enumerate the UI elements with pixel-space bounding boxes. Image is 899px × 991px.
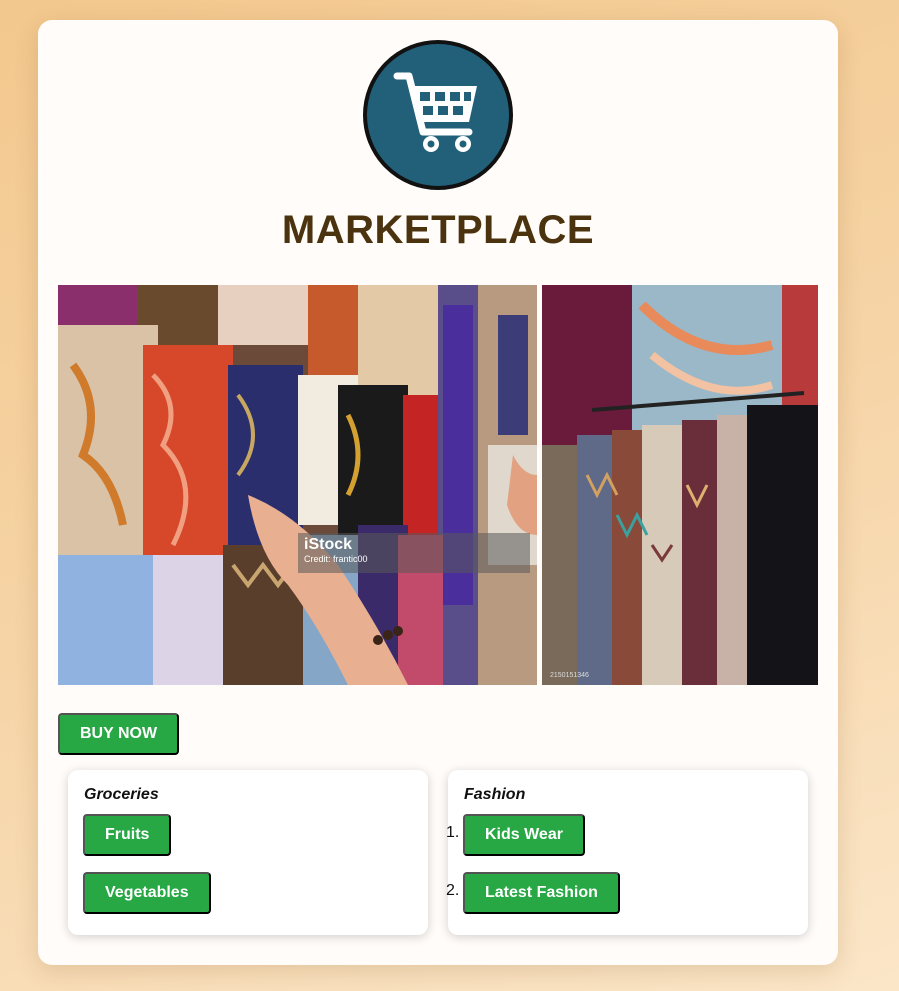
fruits-button[interactable]: Fruits [83,814,172,856]
vegetables-button[interactable]: Vegetables [83,872,211,914]
marketplace-card: MARKETPLACE iStock Credit: frantic00 215… [38,20,838,965]
list-number: 2. [446,882,460,899]
clothing-rack-photo: 2150151346 [542,285,818,685]
list-item: 1. Kids Wear [446,814,585,856]
shopping-cart-icon [393,68,483,163]
textile-market-photo: iStock Credit: frantic00 [58,285,537,685]
photo-gallery: iStock Credit: frantic00 2150151346 [58,285,818,685]
kids-wear-button[interactable]: Kids Wear [463,814,585,856]
list-number: 1. [446,824,460,841]
fashion-panel: Fashion 1. Kids Wear 2. Latest Fashion [446,770,808,935]
list-item: 2. Latest Fashion [446,872,620,914]
buy-now-button[interactable]: BUY NOW [58,713,180,755]
page-title: MARKETPLACE [281,208,595,252]
stock-id: 2150151346 [550,672,589,679]
fashion-title: Fashion [464,786,526,803]
watermark-logo: iStock [304,536,353,553]
latest-fashion-button[interactable]: Latest Fashion [463,872,620,914]
logo [363,40,513,190]
groceries-panel: Groceries Fruits Vegetables [68,770,428,935]
groceries-title: Groceries [84,786,159,803]
watermark-credit: Credit: frantic00 [304,554,368,564]
watermark: iStock Credit: frantic00 [298,533,530,573]
